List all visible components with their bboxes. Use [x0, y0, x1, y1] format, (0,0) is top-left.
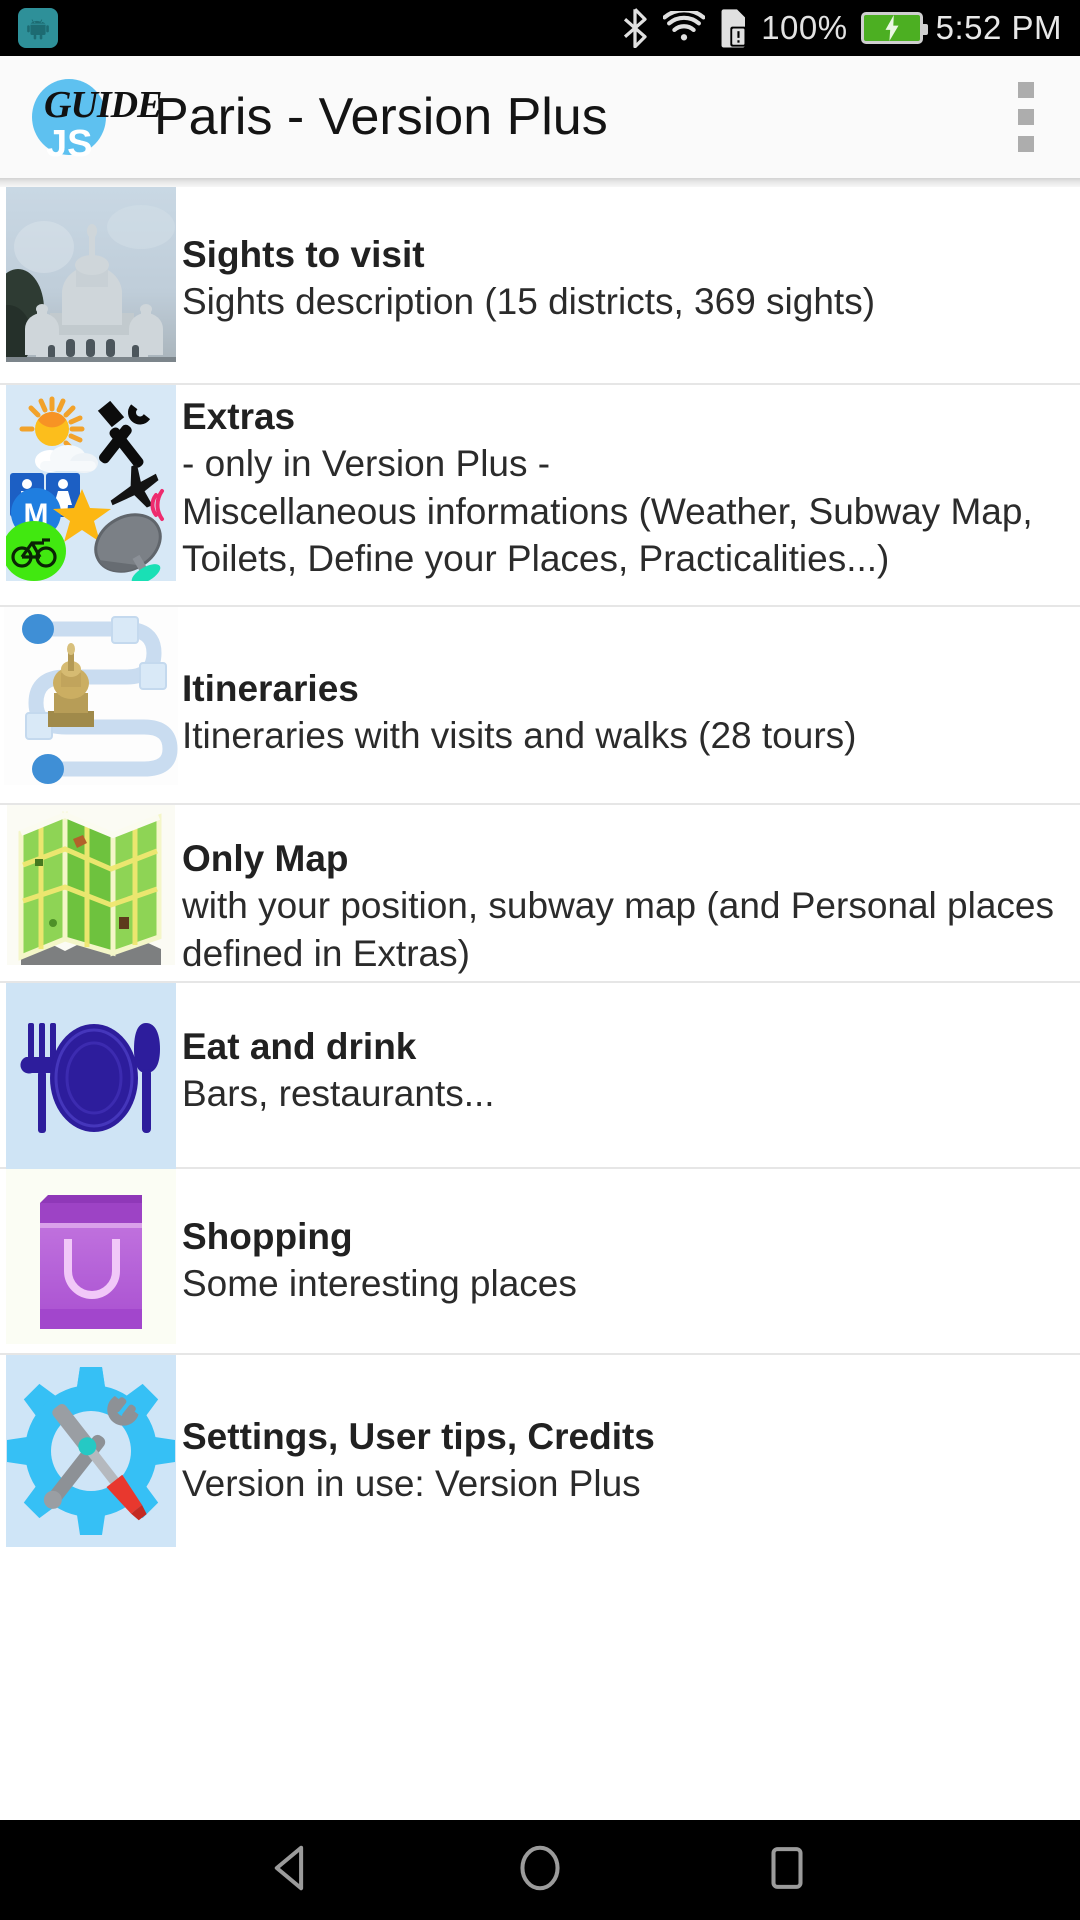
sacre-coeur-photo-thumbnail	[0, 187, 176, 369]
list-item-sights-to-visit[interactable]: Sights to visit Sights description (15 d…	[0, 187, 1080, 385]
list-item-itineraries[interactable]: Itineraries Itineraries with visits and …	[0, 607, 1080, 805]
thumbnail-container	[0, 805, 182, 965]
list-item-text: Settings, User tips, Credits Version in …	[182, 1355, 1080, 1508]
list-item-only-map[interactable]: Only Map with your position, subway map …	[0, 805, 1080, 983]
overflow-menu-icon[interactable]	[994, 69, 1058, 165]
logo-guide-text: GUIDE	[44, 84, 162, 126]
wifi-icon	[663, 11, 706, 45]
thumbnail-container	[0, 187, 182, 369]
list-item-description: Sights description (15 districts, 369 si…	[182, 281, 876, 323]
overflow-dot	[1018, 136, 1034, 152]
thumbnail-container	[0, 1169, 182, 1344]
list-item-description: Some interesting places	[182, 1263, 577, 1305]
main-menu-list[interactable]: Sights to visit Sights description (15 d…	[0, 187, 1080, 1820]
list-item-text: Only Map with your position, subway map …	[182, 805, 1080, 977]
list-item-title: Sights to visit	[182, 234, 425, 275]
list-item-description: Itineraries with visits and walks (28 to…	[182, 715, 857, 757]
list-item-settings-user-tips-credits[interactable]: Settings, User tips, Credits Version in …	[0, 1355, 1080, 1547]
list-item-title: Shopping	[182, 1216, 353, 1257]
android-navigation-bar	[0, 1820, 1080, 1920]
list-item-text: Eat and drink Bars, restaurants...	[182, 983, 1080, 1118]
android-app-icon	[18, 8, 58, 48]
sim-card-alert-icon	[718, 8, 748, 48]
cutlery-plate-thumbnail	[6, 983, 176, 1169]
list-item-description: Bars, restaurants...	[182, 1073, 495, 1115]
action-bar: GUIDE JS Paris - Version Plus	[0, 56, 1080, 178]
status-bar-clock: 5:52 PM	[935, 9, 1062, 46]
thumbnail-container: M	[0, 385, 182, 585]
battery-charging-icon	[860, 12, 928, 44]
itinerary-route-thumbnail	[4, 607, 178, 785]
shopping-bag-thumbnail	[6, 1169, 176, 1344]
action-bar-shadow	[0, 178, 1080, 187]
logo-js-text: JS	[46, 123, 93, 165]
home-circle-icon[interactable]	[513, 1841, 567, 1900]
gear-tools-thumbnail	[6, 1355, 176, 1547]
phone-screen: 100% 5:52 PM GUIDE JS Paris - Version Pl…	[0, 0, 1080, 1920]
page-title: Paris - Version Plus	[154, 88, 608, 146]
overflow-dot	[1018, 82, 1034, 98]
list-item-text: Itineraries Itineraries with visits and …	[182, 607, 1080, 760]
status-bar: 100% 5:52 PM	[0, 0, 1080, 56]
status-bar-icons: 100% 5:52 PM	[620, 8, 1062, 48]
thumbnail-container	[0, 983, 182, 1169]
list-item-title: Settings, User tips, Credits	[182, 1416, 655, 1457]
thumbnail-container	[0, 607, 182, 785]
list-item-text: Extras - only in Version Plus - Miscella…	[182, 385, 1080, 582]
status-bar-notifications	[18, 8, 58, 48]
bluetooth-icon	[620, 8, 650, 48]
extras-collage-thumbnail: M	[2, 385, 176, 585]
app-logo[interactable]: GUIDE JS	[22, 67, 162, 167]
back-triangle-icon[interactable]	[266, 1841, 320, 1900]
list-item-description-line1: - only in Version Plus -	[182, 443, 551, 485]
list-item-shopping[interactable]: Shopping Some interesting places	[0, 1169, 1080, 1355]
list-item-description-line2: Miscellaneous informations (Weather, Sub…	[182, 490, 1033, 580]
list-item-title: Only Map	[182, 838, 349, 879]
list-item-title: Eat and drink	[182, 1026, 417, 1067]
recents-square-icon[interactable]	[760, 1841, 814, 1900]
list-item-title: Extras	[182, 396, 296, 437]
list-item-title: Itineraries	[182, 668, 359, 709]
overflow-dot	[1018, 109, 1034, 125]
list-item-text: Shopping Some interesting places	[182, 1169, 1080, 1308]
battery-percent-label: 100%	[761, 9, 848, 46]
list-item-text: Sights to visit Sights description (15 d…	[182, 187, 1080, 326]
list-item-eat-and-drink[interactable]: Eat and drink Bars, restaurants...	[0, 983, 1080, 1169]
list-item-description: with your position, subway map (and Pers…	[182, 885, 1055, 974]
list-item-extras[interactable]: M Extras - only in Version Plus - Miscel…	[0, 385, 1080, 607]
list-item-description: Version in use: Version Plus	[182, 1463, 641, 1505]
folded-map-thumbnail	[7, 805, 175, 965]
thumbnail-container	[0, 1355, 182, 1547]
